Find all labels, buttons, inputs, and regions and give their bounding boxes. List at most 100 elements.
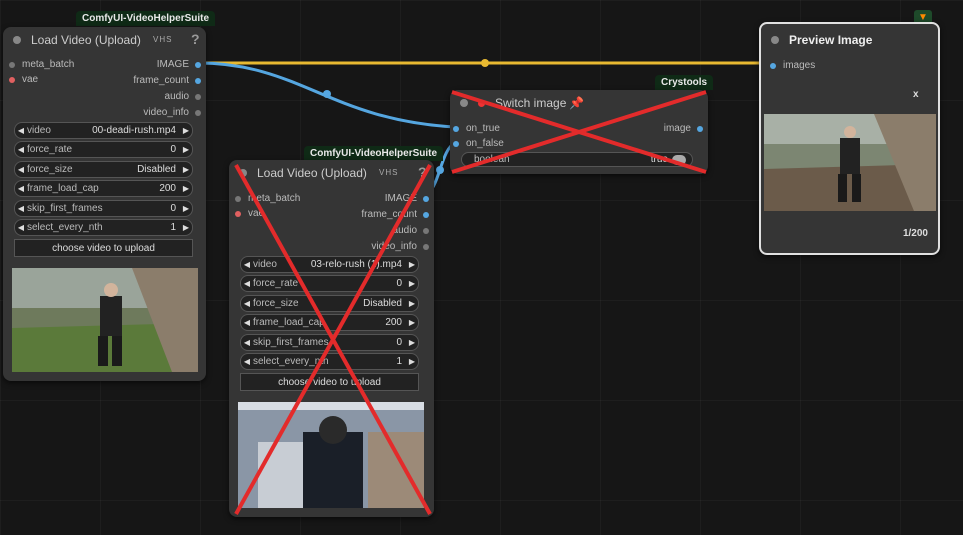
arrow-left-icon[interactable]: ◀ — [241, 299, 253, 308]
collapse-dot-icon[interactable] — [13, 36, 21, 44]
arrow-left-icon[interactable]: ◀ — [241, 279, 253, 288]
load-video-node-2[interactable]: Load Video (Upload) VHS ? meta_batch vae… — [229, 160, 434, 517]
widget-frame-load-cap[interactable]: ◀ frame_load_cap 200 ▶ — [14, 180, 193, 197]
node2-title-bar[interactable]: Load Video (Upload) — [229, 160, 434, 186]
arrow-right-icon[interactable]: ▶ — [180, 204, 192, 213]
arrow-right-icon[interactable]: ▶ — [180, 126, 192, 135]
slot-dot-icon — [423, 227, 429, 234]
link-midpoint-blue-2[interactable] — [436, 166, 444, 174]
preview-image-node[interactable]: Preview Image images x 1/200 — [759, 22, 940, 255]
widget-label: select_every_nth — [253, 356, 329, 367]
boolean-toggle[interactable]: boolean true — [461, 152, 693, 167]
input-on-true[interactable]: on_true — [453, 123, 500, 134]
input-meta-batch[interactable]: meta_batch — [9, 59, 74, 70]
widget-video[interactable]: ◀ video 03-relo-rush (1).mp4 ▶ — [240, 256, 419, 273]
arrow-right-icon[interactable]: ▶ — [406, 260, 418, 269]
slot-label: meta_batch — [22, 59, 75, 70]
widget-value: 0 — [396, 337, 402, 348]
output-frame-count[interactable]: frame_count — [361, 209, 429, 220]
slot-label: vae — [248, 208, 265, 219]
load-video-node-1[interactable]: Load Video (Upload) VHS ? meta_batch vae… — [3, 27, 206, 381]
input-on-false[interactable]: on_false — [453, 138, 504, 149]
toggle-value: true — [650, 154, 668, 165]
arrow-left-icon[interactable]: ◀ — [15, 165, 27, 174]
slot-label: audio — [392, 225, 417, 236]
slot-dot-icon — [195, 77, 201, 84]
node2-badge: ComfyUI-VideoHelperSuite — [304, 146, 444, 161]
arrow-left-icon[interactable]: ◀ — [15, 184, 27, 193]
arrow-right-icon[interactable]: ▶ — [406, 338, 418, 347]
choose-video-button[interactable]: choose video to upload — [240, 373, 419, 391]
widget-value: 1 — [170, 222, 176, 233]
widget-label: force_rate — [253, 278, 299, 289]
switch-title-bar[interactable]: Switch image 📌 — [450, 90, 708, 116]
widget-value: 0 — [396, 278, 402, 289]
help-icon[interactable]: ? — [418, 164, 427, 180]
output-video-info[interactable]: video_info — [143, 107, 201, 118]
widget-skip-first-frames[interactable]: ◀ skip_first_frames 0 ▶ — [240, 334, 419, 351]
preview-title-bar[interactable]: Preview Image — [761, 27, 938, 53]
arrow-left-icon[interactable]: ◀ — [241, 260, 253, 269]
choose-video-button[interactable]: choose video to upload — [14, 239, 193, 257]
switch-title: Switch image — [495, 96, 567, 110]
slot-label: meta_batch — [248, 193, 301, 204]
arrow-left-icon[interactable]: ◀ — [241, 318, 253, 327]
collapse-dot-icon[interactable] — [460, 99, 468, 107]
widget-value: 0 — [170, 203, 176, 214]
slot-dot-icon — [235, 210, 241, 217]
output-video-info[interactable]: video_info — [371, 241, 429, 252]
widget-value: Disabled — [137, 164, 176, 175]
collapse-dot-icon[interactable] — [239, 169, 247, 177]
arrow-left-icon[interactable]: ◀ — [241, 357, 253, 366]
arrow-right-icon[interactable]: ▶ — [180, 184, 192, 193]
arrow-left-icon[interactable]: ◀ — [15, 204, 27, 213]
widget-select-every-nth[interactable]: ◀ select_every_nth 1 ▶ — [240, 353, 419, 370]
arrow-left-icon[interactable]: ◀ — [241, 338, 253, 347]
widget-skip-first-frames[interactable]: ◀ skip_first_frames 0 ▶ — [14, 200, 193, 217]
vhs-icon: VHS — [379, 168, 399, 177]
switch-image-node[interactable]: Switch image 📌 on_true on_false image bo… — [450, 90, 708, 174]
widget-force-size[interactable]: ◀ force_size Disabled ▶ — [14, 161, 193, 178]
node1-title-bar[interactable]: Load Video (Upload) — [3, 27, 206, 53]
widget-value: 0 — [170, 144, 176, 155]
arrow-right-icon[interactable]: ▶ — [406, 318, 418, 327]
slot-label: on_true — [466, 123, 500, 134]
slot-dot-icon — [235, 195, 241, 202]
arrow-right-icon[interactable]: ▶ — [406, 279, 418, 288]
close-icon[interactable]: x — [913, 89, 919, 100]
slot-label: image — [663, 123, 691, 134]
input-vae[interactable]: vae — [235, 208, 264, 219]
arrow-right-icon[interactable]: ▶ — [180, 223, 192, 232]
input-images[interactable]: images — [770, 60, 815, 71]
widget-select-every-nth[interactable]: ◀ select_every_nth 1 ▶ — [14, 219, 193, 236]
arrow-right-icon[interactable]: ▶ — [406, 357, 418, 366]
output-image[interactable]: IMAGE — [157, 59, 201, 70]
widget-video[interactable]: ◀ video 00-deadi-rush.mp4 ▶ — [14, 122, 193, 139]
arrow-left-icon[interactable]: ◀ — [15, 223, 27, 232]
link-midpoint-blue-1[interactable] — [323, 90, 331, 98]
widget-force-rate[interactable]: ◀ force_rate 0 ▶ — [240, 275, 419, 292]
help-icon[interactable]: ? — [191, 31, 200, 47]
widget-frame-load-cap[interactable]: ◀ frame_load_cap 200 ▶ — [240, 314, 419, 331]
arrow-left-icon[interactable]: ◀ — [15, 145, 27, 154]
input-meta-batch[interactable]: meta_batch — [235, 193, 300, 204]
input-vae[interactable]: vae — [9, 74, 38, 85]
arrow-right-icon[interactable]: ▶ — [180, 145, 192, 154]
widget-force-rate[interactable]: ◀ force_rate 0 ▶ — [14, 141, 193, 158]
widget-force-size[interactable]: ◀ force_size Disabled ▶ — [240, 295, 419, 312]
arrow-left-icon[interactable]: ◀ — [15, 126, 27, 135]
arrow-right-icon[interactable]: ▶ — [406, 299, 418, 308]
arrow-right-icon[interactable]: ▶ — [180, 165, 192, 174]
slot-label: vae — [22, 74, 39, 85]
widget-label: skip_first_frames — [27, 203, 103, 214]
output-audio[interactable]: audio — [165, 91, 201, 102]
output-audio[interactable]: audio — [393, 225, 429, 236]
pin-icon[interactable]: 📌 — [569, 96, 584, 110]
slot-dot-icon — [423, 243, 429, 250]
output-image[interactable]: image — [664, 123, 703, 134]
widget-value: Disabled — [363, 298, 402, 309]
link-midpoint[interactable] — [481, 59, 489, 67]
collapse-dot-icon[interactable] — [771, 36, 779, 44]
output-frame-count[interactable]: frame_count — [133, 75, 201, 86]
output-image[interactable]: IMAGE — [385, 193, 429, 204]
